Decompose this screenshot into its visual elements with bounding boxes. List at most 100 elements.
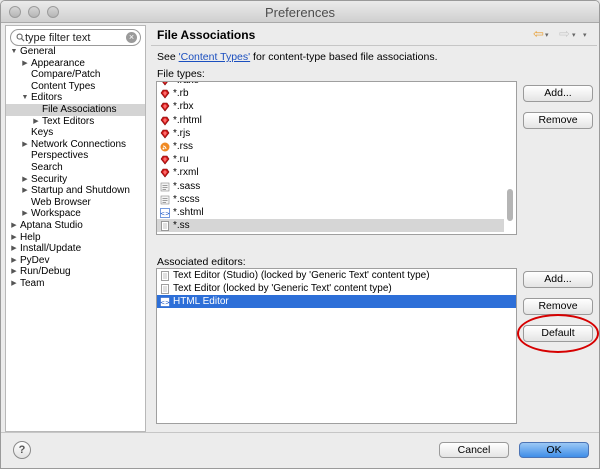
- collapsed-twisty-icon[interactable]: ▶: [10, 220, 18, 232]
- back-dropdown-icon[interactable]: ▾: [545, 31, 549, 39]
- file-types-label: File types:: [157, 68, 205, 80]
- file-types-list[interactable]: *.rake *.rb*.rbx*.rhtml*.rjs*.rss *.ru*.rx…: [156, 81, 517, 235]
- tree-item-network-connections[interactable]: ▶ Network Connections: [6, 139, 145, 151]
- collapsed-twisty-icon[interactable]: ▶: [21, 174, 29, 186]
- collapsed-twisty-icon[interactable]: ▶: [21, 208, 29, 220]
- tree-item-label: Search: [31, 161, 63, 173]
- stylesheet-icon: [160, 182, 170, 191]
- ok-button[interactable]: OK: [519, 442, 589, 458]
- file-type-remove-button[interactable]: Remove: [523, 112, 593, 129]
- tree-item-workspace[interactable]: ▶ Workspace: [6, 208, 145, 220]
- tree-item-label: Team: [20, 277, 45, 289]
- tree-item-label: Help: [20, 231, 41, 243]
- tree-item-general[interactable]: ▼ General: [6, 46, 145, 58]
- view-menu-icon[interactable]: ▾: [583, 31, 587, 39]
- collapsed-twisty-icon[interactable]: ▶: [10, 255, 18, 267]
- tree-item-label: General: [20, 46, 56, 57]
- tree-item-team[interactable]: ▶ Team: [6, 278, 145, 290]
- highlight-annotation-circle: [517, 314, 599, 353]
- hint-prefix: See: [157, 51, 179, 63]
- tree-item-text-editors[interactable]: ▶ Text Editors: [6, 116, 145, 128]
- associated-editors-list[interactable]: Text Editor (Studio) (locked by 'Generic…: [156, 268, 517, 424]
- page-title: File Associations: [157, 28, 256, 42]
- svg-text:<>: <>: [160, 210, 170, 217]
- tree-item-content-types[interactable]: Content Types: [6, 81, 145, 93]
- text-editor-icon: [161, 284, 169, 294]
- tree-item-compare-patch[interactable]: Compare/Patch: [6, 69, 145, 81]
- tree-item-label: Run/Debug: [20, 266, 71, 278]
- forward-dropdown-icon[interactable]: ▾: [572, 31, 576, 39]
- collapsed-twisty-icon[interactable]: ▶: [21, 58, 29, 70]
- tree-item-label: File Associations: [42, 103, 117, 115]
- tree-item-editors[interactable]: ▼ Editors: [6, 92, 145, 104]
- editor-row[interactable]: <> HTML Editor: [157, 295, 516, 308]
- clear-search-icon[interactable]: ×: [126, 32, 137, 43]
- tree-item-appearance[interactable]: ▶ Appearance: [6, 58, 145, 70]
- tree-item-label: Web Browser: [31, 196, 91, 208]
- collapsed-twisty-icon[interactable]: ▶: [21, 139, 29, 151]
- collapsed-twisty-icon[interactable]: ▶: [10, 243, 18, 255]
- collapsed-twisty-icon[interactable]: ▶: [21, 185, 29, 197]
- tree-item-label: Security: [31, 173, 68, 185]
- tree-item-search[interactable]: Search: [6, 162, 145, 174]
- file-type-row[interactable]: *.ru: [157, 153, 504, 166]
- collapsed-twisty-icon[interactable]: ▶: [10, 232, 18, 244]
- file-type-row[interactable]: <> *.shtml: [157, 206, 504, 219]
- file-type-name: *.rbx: [173, 101, 194, 113]
- file-type-name: *.rjs: [173, 127, 191, 139]
- html-file-icon: <>: [160, 208, 170, 218]
- tree-item-run-debug[interactable]: ▶ Run/Debug: [6, 266, 145, 278]
- file-types-scrollbar[interactable]: [505, 84, 515, 234]
- expanded-twisty-icon[interactable]: ▼: [21, 92, 29, 104]
- footer-divider: [1, 432, 599, 433]
- tree-item-label: Workspace: [31, 208, 81, 220]
- editor-name: HTML Editor: [173, 296, 229, 307]
- tree-item-web-browser[interactable]: Web Browser: [6, 197, 145, 209]
- help-icon[interactable]: ?: [13, 441, 31, 459]
- file-type-row[interactable]: *.ss: [157, 219, 504, 233]
- file-type-name: *.rss: [173, 140, 193, 152]
- file-type-row[interactable]: *.rss: [157, 140, 504, 153]
- tree-item-aptana-studio[interactable]: ▶ Aptana Studio: [6, 220, 145, 232]
- tree-item-startup-and-shutdown[interactable]: ▶ Startup and Shutdown: [6, 185, 145, 197]
- back-arrow-icon[interactable]: ⇦: [533, 27, 544, 40]
- preferences-window: Preferences type filter text × ▼ General ▶…: [0, 0, 600, 469]
- stylesheet-icon: [160, 195, 170, 204]
- tree-item-help[interactable]: ▶ Help: [6, 232, 145, 244]
- file-type-row[interactable]: *.rjs: [157, 127, 504, 140]
- collapsed-twisty-icon[interactable]: ▶: [10, 266, 18, 278]
- tree-item-keys[interactable]: Keys: [6, 127, 145, 139]
- editor-add-button[interactable]: Add...: [523, 271, 593, 288]
- tree-item-install-update[interactable]: ▶ Install/Update: [6, 243, 145, 255]
- expanded-twisty-icon[interactable]: ▼: [10, 46, 18, 58]
- tree-item-label: Editors: [31, 92, 63, 104]
- cancel-button[interactable]: Cancel: [439, 442, 509, 458]
- tree-item-pydev[interactable]: ▶ PyDev: [6, 255, 145, 267]
- collapsed-twisty-icon[interactable]: ▶: [32, 116, 40, 128]
- file-type-row[interactable]: *.rb: [157, 87, 504, 100]
- collapsed-twisty-icon[interactable]: ▶: [10, 278, 18, 290]
- preferences-nav-pane: type filter text × ▼ General ▶ Appearance Co…: [5, 25, 146, 432]
- file-type-add-button[interactable]: Add...: [523, 85, 593, 102]
- search-input[interactable]: type filter text ×: [10, 29, 141, 46]
- tree-item-label: Compare/Patch: [31, 69, 101, 81]
- editor-remove-button[interactable]: Remove: [523, 298, 593, 315]
- file-type-row[interactable]: *.rbx: [157, 100, 504, 113]
- tree-item-security[interactable]: ▶ Security: [6, 174, 145, 186]
- file-type-row[interactable]: *.rxml: [157, 166, 504, 179]
- tree-item-perspectives[interactable]: Perspectives: [6, 150, 145, 162]
- editor-row[interactable]: Text Editor (Studio) (locked by 'Generic…: [157, 269, 516, 282]
- tree-item-file-associations[interactable]: File Associations: [6, 103, 145, 116]
- file-type-row[interactable]: *.rhtml: [157, 114, 504, 127]
- ruby-gem-icon: [162, 82, 168, 86]
- search-text: type filter text: [25, 32, 91, 44]
- content-types-hint: See 'Content Types' for content-type bas…: [157, 51, 438, 63]
- html-editor-icon: <>: [160, 297, 170, 307]
- editor-row[interactable]: Text Editor (locked by 'Generic Text' co…: [157, 282, 516, 295]
- file-type-row[interactable]: *.scss: [157, 193, 504, 206]
- scrollbar-thumb[interactable]: [507, 189, 513, 221]
- file-type-row[interactable]: *.sass: [157, 180, 504, 193]
- content-types-link[interactable]: 'Content Types': [179, 51, 251, 63]
- tree-item-label: PyDev: [20, 254, 50, 266]
- forward-arrow-icon[interactable]: ⇨: [559, 27, 570, 40]
